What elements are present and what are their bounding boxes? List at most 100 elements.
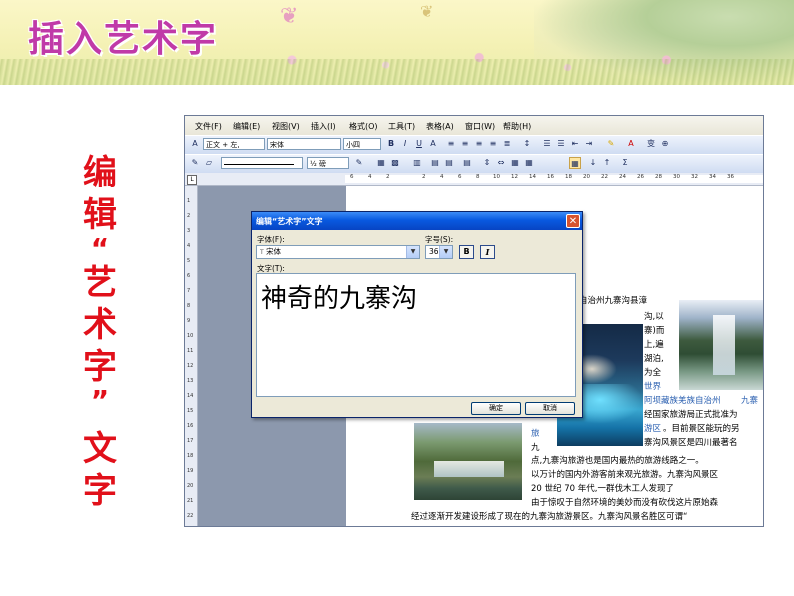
align-center-icon[interactable]: ≡ [459, 138, 471, 150]
menu-table[interactable]: 表格(A) [426, 121, 454, 132]
vruler-number: 19 [187, 468, 194, 474]
horizontal-ruler[interactable]: L 6 4 2 2 4 6 8 10 12 14 16 18 20 22 24 … [185, 173, 763, 186]
font-color-icon[interactable]: A [625, 138, 637, 150]
vruler-number: 16 [187, 423, 194, 429]
char-border-icon[interactable]: A [427, 138, 439, 150]
italic-button[interactable]: I [480, 245, 495, 259]
menu-tools[interactable]: 工具(T) [388, 121, 415, 132]
style-select[interactable]: 正文 + 左, [203, 138, 265, 150]
drawing-toolbar: ✎ ▱ ½ 磅 ✎ ▦ ▩ ▥ ▤ ▤ ▤ ⇕ ⇔ ▦ ▦ ▦ ↓ ↑ Σ [185, 154, 763, 174]
cancel-button[interactable]: 取消 [525, 402, 575, 415]
chevron-down-icon[interactable]: ▼ [439, 246, 452, 258]
doc-line: 由于惊叹于自然环境的美妙而没有砍伐这片原始森 [531, 498, 719, 508]
ruler-number: 20 [583, 174, 590, 180]
autoformat-icon[interactable]: ▦ [509, 157, 521, 169]
caption-quote: “ [90, 232, 110, 265]
increase-indent-icon[interactable]: ⇥ [583, 138, 595, 150]
caption-char: 字 [83, 471, 117, 511]
ruler-number: 10 [493, 174, 500, 180]
draw-icon[interactable]: ✎ [189, 157, 201, 169]
vruler-number: 10 [187, 333, 194, 339]
menu-insert[interactable]: 插入(I) [311, 121, 336, 132]
caption-char: 艺 [83, 263, 117, 303]
sort-ascending-icon[interactable]: ↓ [587, 157, 599, 169]
distribute-cols-icon[interactable]: ⇔ [495, 157, 507, 169]
font-combo[interactable]: T 宋体 ▼ [256, 245, 420, 259]
enclose-char-icon[interactable]: ⊕ [659, 138, 671, 150]
banner-grass-decoration [0, 59, 794, 85]
doc-line: 经过逐渐开发建设形成了现在的九寨沟旅游景区。九寨沟风景名胜区可谓“ [411, 512, 688, 522]
ruler-number: 30 [673, 174, 680, 180]
waterfall-photo[interactable] [679, 300, 763, 390]
align-right-icon[interactable]: ≡ [473, 138, 485, 150]
line-spacing-icon[interactable]: ↕ [521, 138, 533, 150]
size-label: 字号(S): [425, 235, 454, 244]
table-icon[interactable]: ▦ [523, 157, 535, 169]
ruler-number: 6 [350, 174, 354, 180]
butterfly-icon: ❦ [420, 2, 434, 21]
font-size-select[interactable]: 小四 [343, 138, 381, 150]
dialog-title-bar[interactable]: 编辑“艺术字”文字 ✕ [252, 212, 582, 230]
doc-line: 自治州九寨沟县漳 [579, 296, 648, 306]
autosum-icon[interactable]: Σ [619, 157, 631, 169]
merge-cells-icon[interactable]: ▤ [429, 157, 441, 169]
menu-help[interactable]: 帮助(H) [503, 121, 531, 132]
vruler-number: 11 [187, 348, 194, 354]
distribute-icon[interactable]: ≣ [501, 138, 513, 150]
ok-button[interactable]: 确定 [471, 402, 521, 415]
vertical-ruler[interactable]: 1 2 3 4 5 6 7 8 9 10 11 12 13 14 15 16 1… [185, 186, 198, 526]
vruler-number: 21 [187, 498, 194, 504]
sort-descending-icon[interactable]: ↑ [601, 157, 613, 169]
line-style-select[interactable] [221, 157, 303, 169]
align-left-icon[interactable]: ≡ [445, 138, 457, 150]
align-cell-icon[interactable]: ▤ [461, 157, 473, 169]
line-weight-select[interactable]: ½ 磅 [307, 157, 349, 169]
menu-format[interactable]: 格式(O) [349, 121, 378, 132]
ruler-text-area [345, 175, 763, 183]
vruler-number: 22 [187, 513, 194, 519]
justify-icon[interactable]: ≡ [487, 138, 499, 150]
shading-icon[interactable]: ▩ [389, 157, 401, 169]
ruler-number: 24 [619, 174, 626, 180]
doc-line: 寨沟风景区是四川最著名 [644, 438, 738, 448]
vruler-number: 15 [187, 408, 194, 414]
ruler-number: 14 [529, 174, 536, 180]
forest-waterfall-photo[interactable] [414, 423, 522, 500]
numbering-icon[interactable]: ☰ [541, 138, 553, 150]
styles-icon[interactable]: A [189, 138, 201, 150]
ruler-number: 8 [476, 174, 480, 180]
size-combo[interactable]: 36 ▼ [425, 245, 453, 259]
doc-line: 经国家旅游局正式批准为 [644, 410, 738, 420]
split-cells-icon[interactable]: ▤ [443, 157, 455, 169]
wordart-text-input[interactable]: 神奇的九寨沟 [256, 273, 576, 397]
bold-button[interactable]: B [459, 245, 474, 259]
menu-window[interactable]: 窗口(W) [465, 121, 495, 132]
tab-selector[interactable]: L [187, 175, 197, 185]
eraser-icon[interactable]: ▱ [203, 157, 215, 169]
show-gridlines-icon[interactable]: ▦ [569, 157, 581, 169]
close-icon[interactable]: ✕ [566, 214, 580, 228]
italic-icon[interactable]: I [399, 138, 411, 150]
doc-line: 以万计的国内外游客前来观光旅游。九寨沟风景区 [531, 470, 719, 480]
truetype-icon: T [260, 249, 264, 256]
font-label: 字体(F): [257, 235, 285, 244]
change-case-icon[interactable]: 变 [645, 138, 657, 150]
chevron-down-icon[interactable]: ▼ [406, 246, 419, 258]
font-select[interactable]: 宋体 [267, 138, 341, 150]
decrease-indent-icon[interactable]: ⇤ [569, 138, 581, 150]
bullets-icon[interactable]: ☰ [555, 138, 567, 150]
highlight-icon[interactable]: ✎ [605, 138, 617, 150]
menu-edit[interactable]: 编辑(E) [233, 121, 260, 132]
border-color-icon[interactable]: ✎ [353, 157, 365, 169]
doc-line: 上,遍 [644, 340, 664, 350]
bold-icon[interactable]: B [385, 138, 397, 150]
vruler-number: 1 [187, 198, 191, 204]
menu-view[interactable]: 视图(V) [272, 121, 300, 132]
ruler-number: 18 [565, 174, 572, 180]
distribute-rows-icon[interactable]: ⇕ [481, 157, 493, 169]
menu-file[interactable]: 文件(F) [195, 121, 222, 132]
underline-icon[interactable]: U [413, 138, 425, 150]
doc-link: 旅 [531, 429, 540, 439]
borders-icon[interactable]: ▦ [375, 157, 387, 169]
insert-table-icon[interactable]: ▥ [411, 157, 423, 169]
